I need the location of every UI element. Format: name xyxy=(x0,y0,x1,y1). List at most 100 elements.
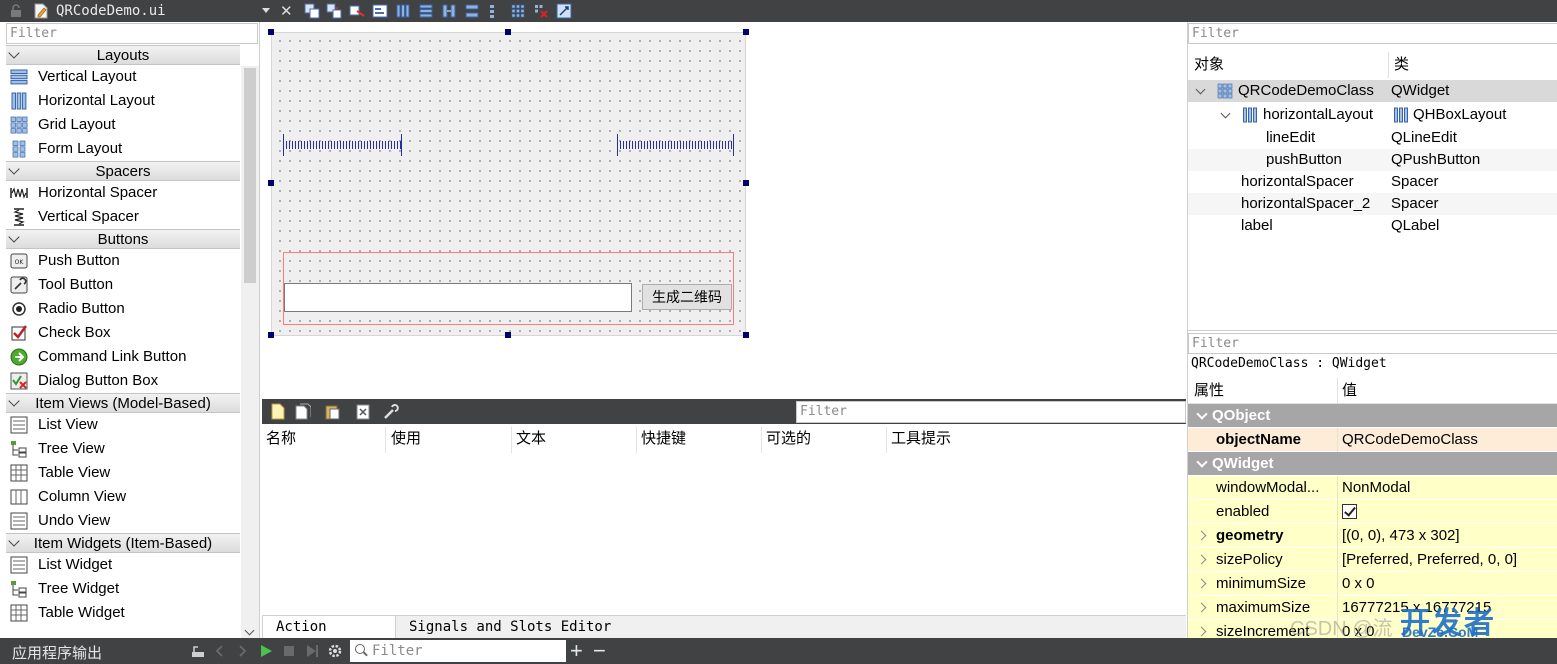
scrollbar-thumb[interactable] xyxy=(244,68,256,283)
widget-item-tree-view[interactable]: Tree View xyxy=(6,437,240,461)
resize-handle[interactable] xyxy=(268,332,274,338)
chevron-down-icon[interactable] xyxy=(1196,456,1208,468)
tree-row-horizontalspacer[interactable]: horizontalSpacer Spacer xyxy=(1188,171,1557,193)
column-header-value[interactable]: 值 xyxy=(1342,378,1357,404)
property-row-minimumsize[interactable]: minimumSize 0 x 0 xyxy=(1188,572,1557,596)
widget-item-table-view[interactable]: Table View xyxy=(6,461,240,485)
widget-item-dialog-button-box[interactable]: Dialog Button Box xyxy=(6,369,240,393)
resize-handle[interactable] xyxy=(743,332,749,338)
tree-row-lineedit[interactable]: lineEdit QLineEdit xyxy=(1188,127,1557,149)
prev-icon[interactable] xyxy=(212,643,228,659)
widget-item-list-widget[interactable]: List Widget xyxy=(6,553,240,577)
edit-signals-slots-icon[interactable] xyxy=(326,3,342,19)
widget-item-push-button[interactable]: OK Push Button xyxy=(6,249,240,273)
property-value[interactable]: [Preferred, Preferred, 0, 0] xyxy=(1342,548,1517,571)
widget-box-filter-input[interactable]: Filter xyxy=(6,23,258,44)
tree-row-label[interactable]: label QLabel xyxy=(1188,215,1557,237)
property-row-objectname[interactable]: objectName QRCodeDemoClass xyxy=(1188,428,1557,452)
form-window-qrcodedemoclass[interactable]: 生成二维码 xyxy=(271,32,746,336)
column-header-class[interactable]: 类 xyxy=(1394,52,1409,78)
horizontal-spacer-2[interactable] xyxy=(617,134,734,156)
widget-item-tree-widget[interactable]: Tree Widget xyxy=(6,577,240,601)
edit-tab-order-icon[interactable] xyxy=(372,3,388,19)
property-value[interactable]: 16777215 x 16777215 xyxy=(1342,596,1491,619)
property-row-sizeincrement[interactable]: sizeIncrement 0 x 0 xyxy=(1188,620,1557,638)
lay-out-vertically-icon[interactable] xyxy=(418,3,434,19)
property-value[interactable]: 0 x 0 xyxy=(1342,572,1375,595)
chevron-right-icon[interactable] xyxy=(1196,530,1207,541)
run-icon[interactable] xyxy=(258,643,274,659)
tree-row-qrcodedemoclass[interactable]: QRCodeDemoClass QWidget xyxy=(1188,80,1557,102)
column-header-checkable[interactable]: 可选的 xyxy=(762,427,887,453)
settings-icon[interactable] xyxy=(327,643,343,659)
lay-out-horizontally-icon[interactable] xyxy=(395,3,411,19)
widget-item-grid-layout[interactable]: Grid Layout xyxy=(6,113,240,137)
build-icon[interactable] xyxy=(190,643,206,659)
resize-handle[interactable] xyxy=(268,29,274,35)
widget-item-column-view[interactable]: Column View xyxy=(6,485,240,509)
widget-item-form-layout[interactable]: Form Layout xyxy=(6,137,240,161)
new-action-icon[interactable] xyxy=(270,403,286,420)
lay-out-form-icon[interactable] xyxy=(487,3,503,19)
plus-icon[interactable]: + xyxy=(570,638,583,664)
category-layouts[interactable]: Layouts xyxy=(6,45,240,65)
resize-handle[interactable] xyxy=(743,29,749,35)
delete-action-icon[interactable] xyxy=(355,403,371,420)
tree-row-horizontallayout[interactable]: horizontalLayout QHBoxLayout xyxy=(1188,104,1557,126)
scroll-down-icon[interactable] xyxy=(244,625,255,636)
resize-handle[interactable] xyxy=(505,332,511,338)
lay-out-vertical-splitter-icon[interactable] xyxy=(464,3,480,19)
configure-icon[interactable] xyxy=(383,403,399,420)
output-filter-input[interactable]: Filter xyxy=(350,640,566,662)
category-item-widgets[interactable]: Item Widgets (Item-Based) xyxy=(6,533,240,553)
widget-box-scrollbar[interactable] xyxy=(241,66,259,638)
object-inspector-filter-input[interactable]: Filter xyxy=(1188,23,1557,44)
lay-out-horizontal-splitter-icon[interactable] xyxy=(441,3,457,19)
column-header-tooltip[interactable]: 工具提示 xyxy=(887,427,1186,453)
widget-item-table-widget[interactable]: Table Widget xyxy=(6,601,240,625)
widget-item-horizontal-spacer[interactable]: Horizontal Spacer xyxy=(6,181,240,205)
edit-widgets-icon[interactable] xyxy=(304,3,320,19)
horizontal-spacer[interactable] xyxy=(283,134,402,156)
paste-action-icon[interactable] xyxy=(324,403,340,420)
property-row-sizepolicy[interactable]: sizePolicy [Preferred, Preferred, 0, 0] xyxy=(1188,548,1557,572)
chevron-down-icon[interactable] xyxy=(1195,84,1206,95)
tab-action-editor[interactable]: Action Editor xyxy=(262,616,396,657)
property-value[interactable]: NonModal xyxy=(1342,476,1410,499)
property-row-maximumsize[interactable]: maximumSize 16777215 x 16777215 xyxy=(1188,596,1557,620)
file-dropdown-icon[interactable] xyxy=(262,8,270,13)
category-spacers[interactable]: Spacers xyxy=(6,161,240,181)
edit-buddies-icon[interactable] xyxy=(349,3,365,19)
chevron-down-icon[interactable] xyxy=(1220,108,1231,119)
generate-qrcode-button[interactable]: 生成二维码 xyxy=(642,284,732,310)
property-group-qobject[interactable]: QObject xyxy=(1188,404,1557,428)
property-group-qwidget[interactable]: QWidget xyxy=(1188,452,1557,476)
tree-row-horizontalspacer-2[interactable]: horizontalSpacer_2 Spacer xyxy=(1188,193,1557,215)
property-value[interactable]: QRCodeDemoClass xyxy=(1342,428,1478,451)
copy-action-icon[interactable] xyxy=(295,403,311,420)
action-editor-filter-input[interactable]: Filter xyxy=(796,401,1186,423)
category-buttons[interactable]: Buttons xyxy=(6,229,240,249)
column-header-used[interactable]: 使用 xyxy=(387,427,512,453)
tab-signals-slots-editor[interactable]: Signals and Slots Editor xyxy=(396,616,624,639)
chevron-down-icon[interactable] xyxy=(1196,408,1208,420)
chevron-right-icon[interactable] xyxy=(1196,626,1207,637)
column-header-property[interactable]: 属性 xyxy=(1194,378,1224,404)
widget-item-vertical-layout[interactable]: Vertical Layout xyxy=(6,65,240,89)
stop-icon[interactable] xyxy=(281,643,297,659)
widget-item-command-link-button[interactable]: Command Link Button xyxy=(6,345,240,369)
chevron-right-icon[interactable] xyxy=(1196,554,1207,565)
widget-item-vertical-spacer[interactable]: Vertical Spacer xyxy=(6,205,240,229)
resize-handle[interactable] xyxy=(268,180,274,186)
widget-item-list-view[interactable]: List View xyxy=(6,413,240,437)
property-row-windowmodality[interactable]: windowModal... NonModal xyxy=(1188,476,1557,500)
next-icon[interactable] xyxy=(234,643,250,659)
category-item-views[interactable]: Item Views (Model-Based) xyxy=(6,393,240,413)
chevron-right-icon[interactable] xyxy=(1196,602,1207,613)
enabled-checkbox[interactable] xyxy=(1342,504,1357,519)
column-header-text[interactable]: 文本 xyxy=(512,427,637,453)
column-header-object[interactable]: 对象 xyxy=(1194,52,1224,78)
property-value[interactable]: [(0, 0), 473 x 302] xyxy=(1342,524,1460,547)
resize-handle[interactable] xyxy=(743,180,749,186)
chevron-right-icon[interactable] xyxy=(1196,578,1207,589)
